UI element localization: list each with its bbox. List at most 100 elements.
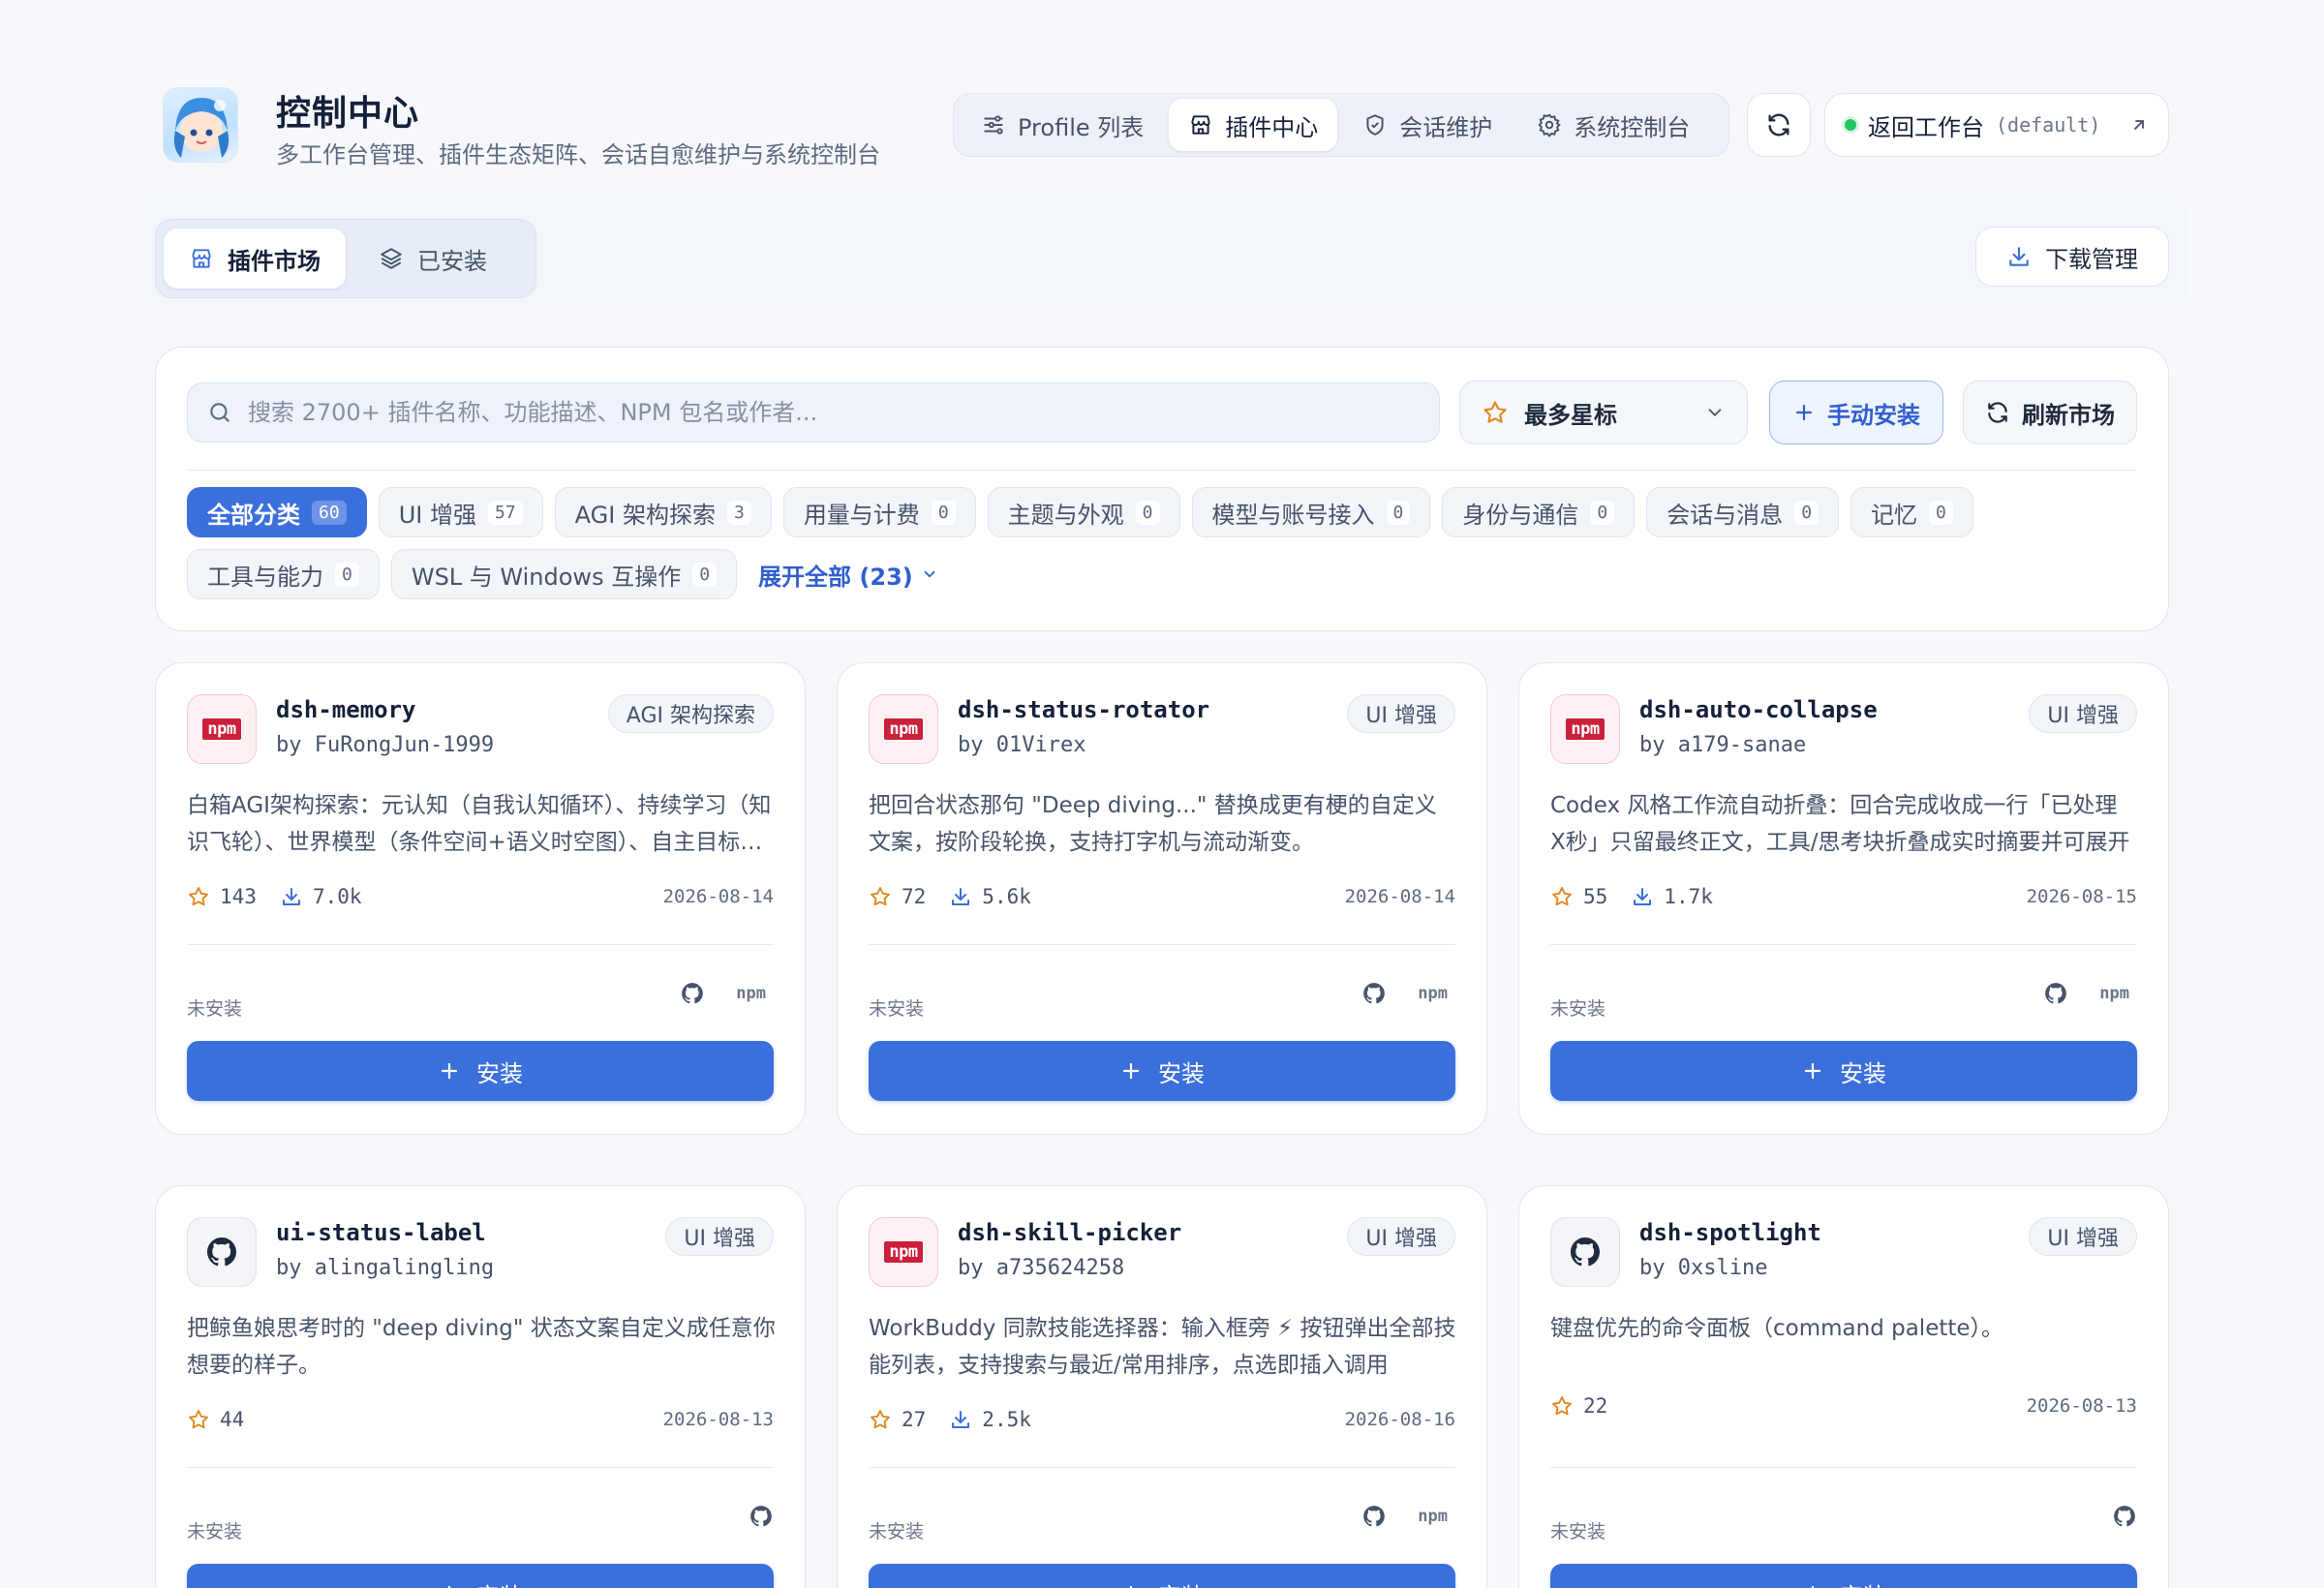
sort-select[interactable]: 最多星标 [1459,381,1748,444]
install-button[interactable]: 安装 [1550,1564,2137,1588]
nav-session-maintenance[interactable]: 会话维护 [1343,99,1512,151]
install-button[interactable]: 安装 [187,1041,774,1101]
main-nav: Profile 列表 插件中心 会话维护 系统控制台 [953,93,1729,157]
npm-link-icon[interactable]: npm [1410,984,1455,1003]
chip-count: 0 [1794,500,1819,525]
npm-link-icon[interactable]: npm [728,984,774,1003]
npm-link-icon[interactable]: npm [2092,984,2137,1003]
header-refresh-button[interactable] [1747,93,1811,157]
back-to-workspace-button[interactable]: 返回工作台 (default) [1824,93,2169,157]
github-link-icon[interactable] [1361,1504,1387,1529]
category-chip-memory[interactable]: 记忆 0 [1850,487,1973,537]
star-icon [1550,885,1574,908]
store-icon [189,246,214,271]
plugin-name: dsh-status-rotator [958,696,1210,723]
nav-profile-list[interactable]: Profile 列表 [962,99,1163,151]
downloads-stat: 1.7k [1631,885,1713,908]
shield-icon [1362,112,1388,137]
plugin-description: 键盘优先的命令面板（command palette）。 [1550,1316,2004,1341]
expand-all-button[interactable]: 展开全部 (23) [749,558,948,592]
plus-icon [438,1582,461,1588]
card-divider [187,1467,774,1468]
chip-label: 工具与能力 [207,563,323,591]
category-chip-wsl[interactable]: WSL 与 Windows 互操作 0 [390,549,738,599]
category-chip-model[interactable]: 模型与账号接入 0 [1191,487,1431,537]
plugin-logo: npm [869,1217,938,1287]
github-link-icon[interactable] [680,981,705,1006]
plugin-category-tag: UI 增强 [2029,1217,2137,1256]
plugin-author: by FuRongJun-1999 [276,733,495,757]
manual-install-button[interactable]: 手动安装 [1769,381,1943,444]
plugin-author: by a735624258 [958,1256,1125,1280]
category-chip-identity[interactable]: 身份与通信 0 [1442,487,1636,537]
stars-count: 143 [220,885,257,908]
github-logo-icon [1571,1237,1600,1267]
category-chip-session[interactable]: 会话与消息 0 [1646,487,1840,537]
category-chip-ui[interactable]: UI 增强 57 [378,487,543,537]
category-chip-theme[interactable]: 主题与外观 0 [987,487,1180,537]
plugin-card: dsh-spotlight by 0xsline UI 增强 键盘优先的命令面板… [1518,1185,2169,1588]
downloads-count: 5.6k [982,885,1031,908]
category-chip-usage[interactable]: 用量与计费 0 [782,487,976,537]
download-icon [2006,244,2032,269]
back-label: 返回工作台 [1868,113,1984,141]
github-link-icon[interactable] [1361,981,1387,1006]
plugin-logo [1550,1217,1620,1287]
plus-icon [1119,1582,1143,1588]
plugin-date: 2026-08-16 [1344,1409,1455,1430]
chip-label: AGI 架构探索 [574,501,716,529]
category-chip-tools[interactable]: 工具与能力 0 [187,549,380,599]
plugin-search [187,382,1440,443]
card-divider [869,944,1455,945]
install-status: 未安装 [1550,1521,1606,1542]
tab-installed[interactable]: 已安装 [353,229,512,289]
plugin-category-tag: AGI 架构探索 [607,694,774,733]
plugin-stats: 22 [1550,1391,1607,1420]
page-title: 控制中心 [276,94,420,134]
npm-logo-icon: npm [884,718,923,740]
refresh-icon [1985,400,2010,425]
chip-label: 主题与外观 [1007,501,1124,529]
store-icon [1188,112,1213,137]
gear-icon [1537,112,1562,137]
manual-install-label: 手动安装 [1827,401,1920,429]
chip-label: 记忆 [1871,501,1918,529]
plugin-description: 把回合状态那句 "Deep diving..." 替换成更有梗的自定义文案，按阶… [869,793,1437,855]
chip-label: 身份与通信 [1462,501,1579,529]
plugin-author: by alingalingling [276,1256,495,1280]
install-button[interactable]: 安装 [1550,1041,2137,1101]
nav-plugin-center[interactable]: 插件中心 [1169,99,1338,151]
install-button[interactable]: 安装 [187,1564,774,1588]
npm-link-icon[interactable]: npm [1410,1507,1455,1526]
github-link-icon[interactable] [2043,981,2068,1006]
tab-plugin-market[interactable]: 插件市场 [164,229,346,289]
tab-label: 已安装 [417,247,487,275]
plugin-category-tag: UI 增强 [2029,694,2137,733]
category-chip-agi[interactable]: AGI 架构探索 3 [554,487,772,537]
expand-all-label: 展开全部 (23) [758,563,913,591]
plus-icon [1801,1059,1824,1083]
plugin-date: 2026-08-14 [1344,886,1455,907]
downloads-stat: 7.0k [280,885,362,908]
nav-system-console[interactable]: 系统控制台 [1517,99,1709,151]
chevron-down-icon [1704,402,1726,423]
install-button[interactable]: 安装 [869,1041,1455,1101]
card-divider [1550,944,2137,945]
search-input[interactable] [248,399,1420,426]
npm-logo-icon: npm [202,718,241,740]
star-icon [1550,1394,1574,1418]
install-button[interactable]: 安装 [869,1564,1455,1588]
github-link-icon[interactable] [2112,1504,2137,1529]
stars-count: 72 [902,885,927,908]
stars-stat: 55 [1550,885,1607,908]
npm-logo-icon: npm [1566,718,1605,740]
chevron-down-icon [921,565,938,583]
plugin-date: 2026-08-13 [2026,1395,2137,1417]
star-icon [187,885,210,908]
github-link-icon[interactable] [749,1504,774,1529]
category-chip-all[interactable]: 全部分类 60 [187,487,367,537]
sliders-icon [981,112,1006,137]
plugin-author: by a179-sanae [1639,733,1807,757]
refresh-market-button[interactable]: 刷新市场 [1963,381,2137,444]
download-manager-button[interactable]: 下载管理 [1975,227,2169,287]
